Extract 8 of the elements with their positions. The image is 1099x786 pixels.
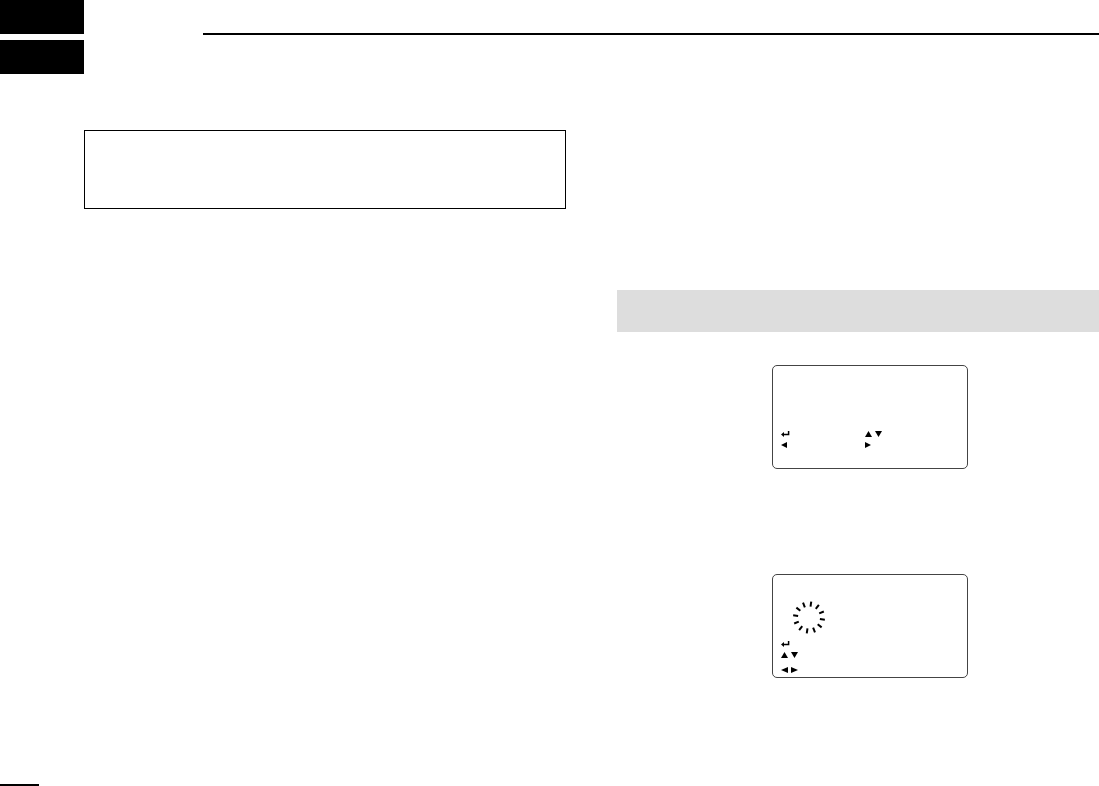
right-triangle-icon xyxy=(865,442,871,448)
busy-spinner-icon xyxy=(792,600,826,635)
left-triangle-icon xyxy=(781,442,787,448)
left-right-triangles-icon xyxy=(781,667,798,673)
enter-arrow-icon xyxy=(781,641,790,647)
up-down-triangles-icon xyxy=(781,652,798,658)
enter-arrow-icon xyxy=(781,431,790,437)
up-down-triangles-icon xyxy=(865,431,882,437)
